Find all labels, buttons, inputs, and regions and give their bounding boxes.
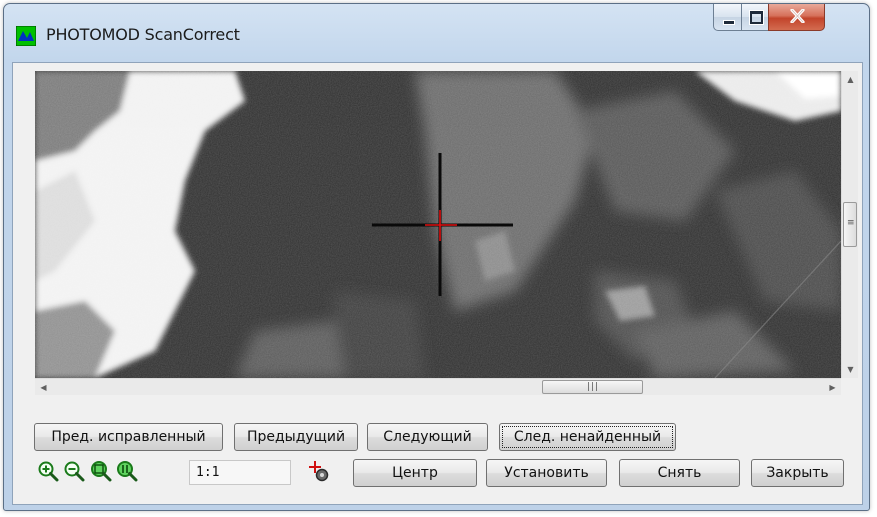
vertical-scroll-thumb[interactable]: ≡ (843, 202, 857, 247)
minimize-icon (723, 20, 735, 25)
prev-corrected-button[interactable]: Пред. исправленный (34, 423, 223, 451)
scroll-down-arrow-icon[interactable]: ▼ (842, 361, 859, 378)
next-not-found-button[interactable]: След. ненайденный (499, 423, 676, 451)
close-icon (790, 9, 805, 23)
center-button[interactable]: Центр (353, 459, 477, 487)
window-title: PHOTOMOD ScanCorrect (46, 25, 240, 44)
zoom-fit-icon[interactable] (90, 460, 112, 482)
next-button[interactable]: Следующий (367, 423, 488, 451)
set-button[interactable]: Установить (486, 459, 607, 487)
cross-settings-icon[interactable] (308, 460, 330, 482)
scroll-left-arrow-icon[interactable]: ◀ (35, 379, 52, 396)
image-viewport[interactable] (35, 71, 841, 378)
zoom-in-icon[interactable] (37, 460, 59, 482)
app-logo-icon (16, 26, 36, 46)
thumb-grip-icon: ≡ (847, 218, 855, 228)
close-window-button[interactable] (768, 4, 825, 31)
client-area: ▲ ≡ ▼ ◀ ||| ▶ Пред. исправленный Предыду… (12, 62, 863, 505)
zoom-actual-icon[interactable] (116, 460, 138, 482)
horizontal-scroll-thumb[interactable]: ||| (541, 380, 643, 394)
maximize-icon (749, 10, 764, 25)
close-button[interactable]: Закрыть (751, 459, 844, 487)
maximize-button[interactable] (741, 4, 769, 31)
zoom-level-field[interactable]: 1:1 (189, 460, 291, 485)
vertical-scrollbar[interactable]: ▲ ≡ ▼ (841, 71, 858, 378)
thumb-grip-icon: ||| (586, 382, 599, 392)
horizontal-scrollbar[interactable]: ◀ ||| ▶ (35, 378, 841, 395)
scroll-right-arrow-icon[interactable]: ▶ (824, 379, 841, 396)
scanned-image[interactable] (35, 71, 841, 378)
previous-button[interactable]: Предыдущий (234, 423, 358, 451)
zoom-out-icon[interactable] (63, 460, 85, 482)
scroll-up-arrow-icon[interactable]: ▲ (842, 71, 859, 88)
remove-button[interactable]: Снять (619, 459, 740, 487)
scroll-corner (841, 378, 858, 395)
title-bar[interactable]: PHOTOMOD ScanCorrect (4, 4, 869, 62)
main-window: PHOTOMOD ScanCorrect ▲ ≡ ▼ ◀ ||| ▶ Пред.… (3, 3, 870, 511)
minimize-button[interactable] (713, 4, 742, 31)
